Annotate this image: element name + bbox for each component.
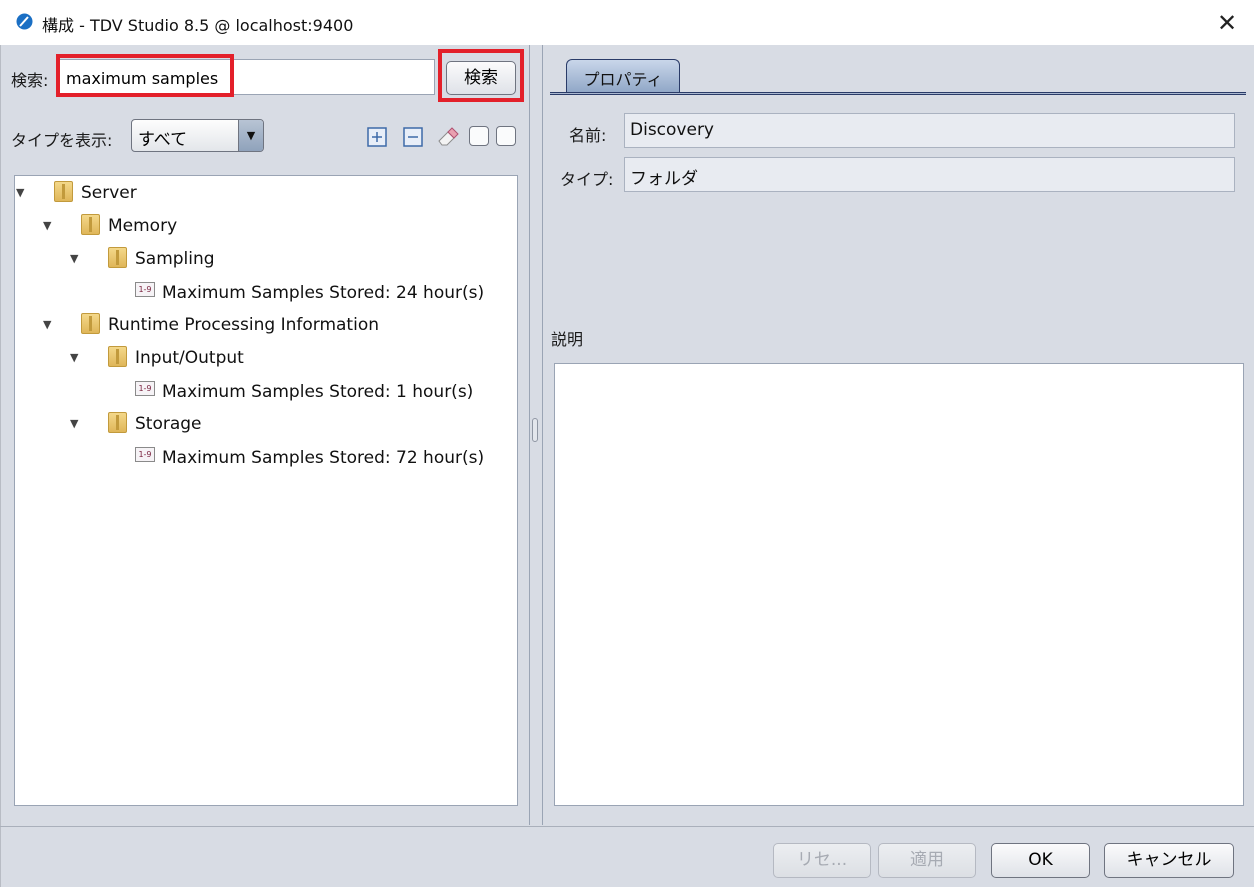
- numeric-setting-icon: 1-9: [135, 447, 155, 462]
- folder-icon: [81, 214, 100, 235]
- name-label: 名前:: [569, 126, 607, 145]
- tab-properties[interactable]: プロパティ: [566, 59, 680, 93]
- splitter-grip-icon[interactable]: [532, 418, 538, 442]
- window-title: 構成 - TDV Studio 8.5 @ localhost:9400: [42, 16, 354, 35]
- numeric-setting-icon: 1-9: [135, 282, 155, 297]
- name-field: Discovery: [624, 113, 1235, 148]
- tree-node-label: Runtime Processing Information: [108, 315, 379, 335]
- expanded-triangle-icon[interactable]: ▼: [70, 252, 82, 265]
- cancel-button[interactable]: キャンセル: [1104, 843, 1234, 878]
- search-label: 検索:: [11, 71, 49, 90]
- panel-splitter[interactable]: [529, 45, 543, 825]
- splitter-line: [542, 45, 543, 825]
- expanded-triangle-icon[interactable]: ▼: [43, 219, 55, 232]
- type-filter-value: すべて: [138, 130, 188, 150]
- search-input[interactable]: maximum samples: [57, 59, 435, 95]
- tree-leaf-label: Maximum Samples Stored: 24 hour(s): [162, 283, 485, 303]
- splitter-line: [529, 45, 530, 825]
- collapse-all-icon[interactable]: [403, 127, 423, 147]
- type-filter-select[interactable]: すべて ▼: [131, 119, 264, 152]
- folder-icon: [108, 412, 127, 433]
- checkbox-icon[interactable]: [496, 126, 516, 146]
- chevron-down-icon: ▼: [238, 120, 263, 151]
- expanded-triangle-icon[interactable]: ▼: [70, 351, 82, 364]
- ok-button[interactable]: OK: [991, 843, 1090, 878]
- tree-node-label: Memory: [108, 216, 178, 236]
- search-button[interactable]: 検索: [446, 61, 516, 95]
- folder-icon: [81, 313, 100, 334]
- folder-icon: [108, 346, 127, 367]
- reset-button[interactable]: リセ...: [773, 843, 871, 878]
- expanded-triangle-icon[interactable]: ▼: [16, 186, 28, 199]
- apply-button[interactable]: 適用: [878, 843, 976, 878]
- description-textarea[interactable]: [554, 363, 1244, 806]
- title-bar: 構成 - TDV Studio 8.5 @ localhost:9400 ✕: [0, 0, 1254, 45]
- expanded-triangle-icon[interactable]: ▼: [70, 417, 82, 430]
- tree-leaf-label: Maximum Samples Stored: 1 hour(s): [162, 382, 474, 402]
- folder-icon: [108, 247, 127, 268]
- type-filter-label: タイプを表示:: [11, 131, 113, 150]
- app-logo-icon: [16, 13, 33, 30]
- tree-node-label: Storage: [135, 414, 202, 434]
- checkbox-icon[interactable]: [469, 126, 489, 146]
- tab-underline: [550, 92, 1246, 95]
- close-icon[interactable]: ✕: [1212, 8, 1242, 38]
- folder-icon: [54, 181, 73, 202]
- footer-divider: [0, 826, 1254, 827]
- tree-node-label: Input/Output: [135, 348, 244, 368]
- description-label: 説明: [551, 330, 584, 349]
- numeric-setting-icon: 1-9: [135, 381, 155, 396]
- tree-leaf-label: Maximum Samples Stored: 72 hour(s): [162, 448, 485, 468]
- expanded-triangle-icon[interactable]: ▼: [43, 318, 55, 331]
- tree-node-label: Server: [81, 183, 137, 203]
- config-tree[interactable]: [14, 175, 518, 806]
- type-field: フォルダ: [624, 157, 1235, 192]
- tree-node-label: Sampling: [135, 249, 215, 269]
- eraser-icon[interactable]: [436, 124, 460, 148]
- expand-all-icon[interactable]: [367, 127, 387, 147]
- type-label: タイプ:: [560, 170, 614, 189]
